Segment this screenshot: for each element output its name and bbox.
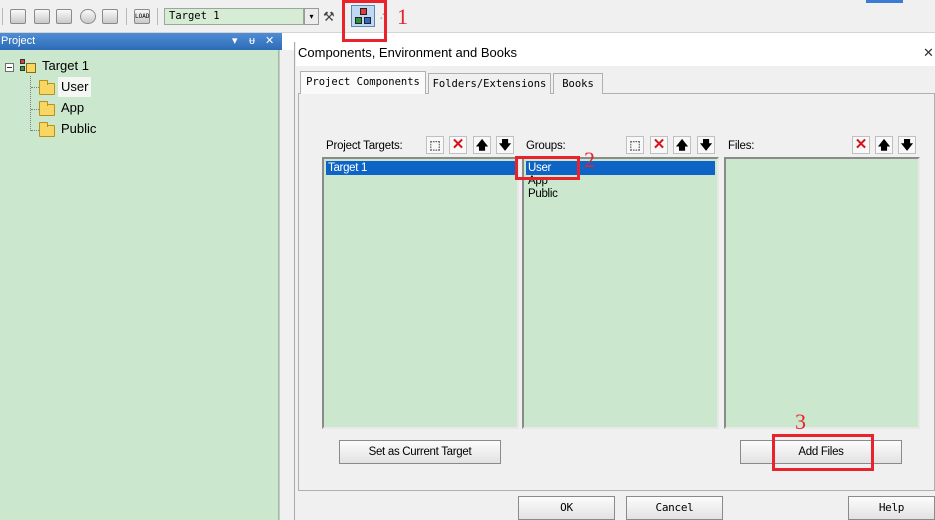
project-panel-title: Project bbox=[1, 35, 36, 47]
help-button[interactable]: Help bbox=[848, 496, 935, 520]
dialog-title: Components, Environment and Books bbox=[296, 42, 935, 66]
move-down-icon[interactable]: 🡇 bbox=[697, 136, 715, 154]
tree-item-group[interactable]: Public bbox=[61, 119, 96, 139]
annotation-number-2: 2 bbox=[584, 147, 595, 172]
tree-item-group[interactable]: App bbox=[61, 98, 84, 118]
tab-folders-extensions[interactable]: Folders/Extensions bbox=[428, 73, 551, 94]
toolbar-separator bbox=[157, 8, 158, 25]
delete-file-icon[interactable]: ✕ bbox=[852, 136, 870, 154]
set-current-target-button[interactable]: Set as Current Target bbox=[339, 440, 501, 464]
close-icon[interactable]: ✕ bbox=[265, 33, 274, 50]
tree-item-group[interactable]: User bbox=[58, 77, 92, 97]
files-label: Files: bbox=[728, 140, 755, 152]
ok-button[interactable]: OK bbox=[518, 496, 615, 520]
build-icon[interactable] bbox=[10, 9, 26, 24]
target-icon-part bbox=[20, 66, 25, 71]
toolbar-grip bbox=[2, 8, 3, 25]
tree-connector bbox=[31, 109, 39, 110]
load-icon[interactable]: LOAD bbox=[134, 9, 150, 24]
project-tree bbox=[0, 50, 279, 520]
target-icon-part bbox=[26, 63, 36, 73]
list-item[interactable]: Public bbox=[526, 187, 558, 201]
panel-dropdown-icon[interactable]: ▾ bbox=[232, 33, 238, 50]
options-for-target-icon[interactable]: ⚒ bbox=[323, 8, 337, 25]
tree-item-target[interactable]: Target 1 bbox=[42, 56, 89, 76]
move-up-icon[interactable]: 🡅 bbox=[473, 136, 491, 154]
new-target-icon[interactable]: ⬚ bbox=[426, 136, 444, 154]
target-icon-part bbox=[20, 59, 25, 64]
folder-icon bbox=[39, 122, 55, 137]
move-up-icon[interactable]: 🡅 bbox=[673, 136, 691, 154]
pin-icon[interactable]: ᵾ bbox=[249, 33, 255, 50]
window-title-accent bbox=[866, 0, 903, 3]
new-group-icon[interactable]: ⬚ bbox=[626, 136, 644, 154]
delete-group-icon[interactable]: ✕ bbox=[650, 136, 668, 154]
folder-icon bbox=[39, 101, 55, 116]
panel-splitter[interactable] bbox=[279, 50, 294, 520]
main-toolbar: LOAD Target 1 ▾ ⚒ ⛬ bbox=[0, 0, 935, 33]
cancel-button[interactable]: Cancel bbox=[626, 496, 723, 520]
project-panel-header: Project ▾ ᵾ ✕ bbox=[0, 33, 282, 50]
project-targets-label: Project Targets: bbox=[326, 140, 403, 152]
move-up-icon[interactable]: 🡅 bbox=[875, 136, 893, 154]
target-icon bbox=[20, 58, 36, 73]
minus-icon bbox=[7, 67, 12, 68]
rebuild-icon[interactable] bbox=[34, 9, 50, 24]
move-down-icon[interactable]: 🡇 bbox=[898, 136, 916, 154]
dialog-close-icon[interactable]: ✕ bbox=[923, 44, 934, 62]
download-icon[interactable] bbox=[102, 9, 118, 24]
annotation-number-3: 3 bbox=[795, 409, 806, 434]
groups-list[interactable]: User App Public bbox=[522, 157, 719, 429]
groups-label: Groups: bbox=[526, 140, 566, 152]
annotation-number-1: 1 bbox=[397, 4, 408, 29]
tab-project-components[interactable]: Project Components bbox=[300, 71, 426, 94]
highlight-box-2 bbox=[515, 156, 580, 180]
highlight-box-3 bbox=[772, 434, 874, 471]
tree-connector bbox=[31, 87, 39, 88]
delete-target-icon[interactable]: ✕ bbox=[449, 136, 467, 154]
project-targets-list[interactable]: Target 1 bbox=[322, 157, 519, 429]
move-down-icon[interactable]: 🡇 bbox=[496, 136, 514, 154]
batch-build-icon[interactable] bbox=[56, 9, 72, 24]
chevron-down-icon[interactable]: ▾ bbox=[304, 8, 319, 25]
stop-build-icon[interactable] bbox=[80, 9, 96, 24]
tree-connector bbox=[30, 76, 31, 131]
target-select[interactable]: Target 1 bbox=[164, 8, 304, 25]
tab-books[interactable]: Books bbox=[553, 73, 603, 94]
highlight-box-1 bbox=[342, 0, 387, 42]
folder-icon bbox=[39, 80, 55, 95]
files-list[interactable] bbox=[724, 157, 920, 429]
toolbar-separator bbox=[126, 8, 127, 25]
tree-connector bbox=[31, 130, 39, 131]
list-item[interactable]: Target 1 bbox=[326, 161, 515, 175]
